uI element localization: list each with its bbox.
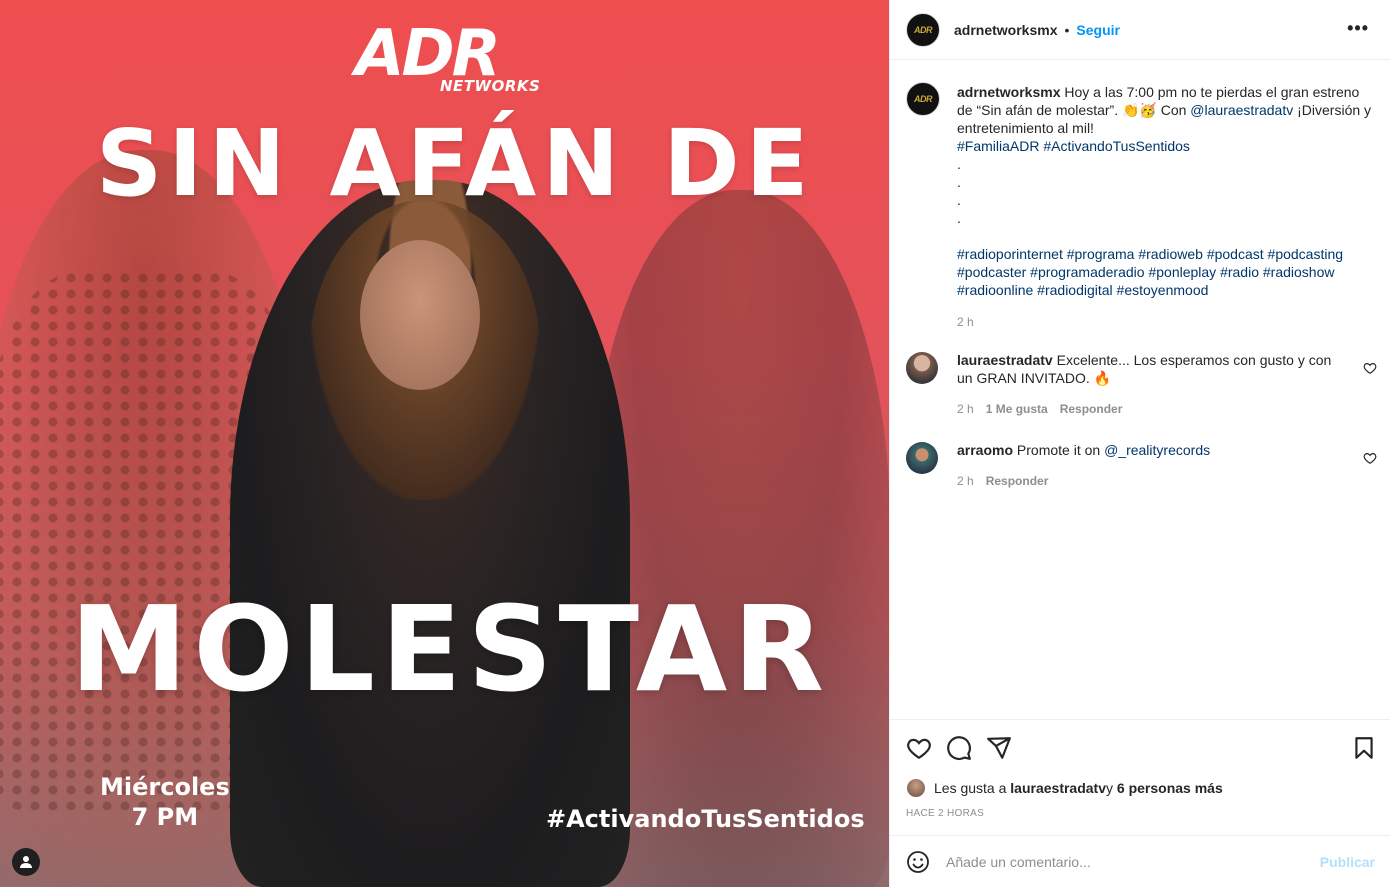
more-options-icon[interactable]: ••• [1347,18,1369,39]
post-image[interactable]: ADR NETWORKS SIN AFÁN DE MOLESTAR Miérco… [0,0,889,887]
header-separator: • [1064,21,1070,38]
comment-time[interactable]: 2 h [957,474,974,488]
comment-avatar[interactable] [906,352,938,384]
header-username[interactable]: adrnetworksmx [954,22,1057,38]
schedule-day: Miércoles [100,773,230,801]
likes-summary: Les gusta a lauraestradatv y 6 personas … [906,778,1223,798]
likes-prefix: Les gusta a [934,780,1007,796]
heart-icon[interactable] [1363,451,1377,465]
comment-username[interactable]: lauraestradatv [957,352,1053,368]
comment-bubble-icon[interactable] [946,735,972,761]
post-actions: Les gusta a lauraestradatv y 6 personas … [890,719,1390,835]
post-side-panel: ADR adrnetworksmx • Seguir ••• ADR adrne… [889,0,1390,887]
comment-text: Promote it on [1013,442,1105,458]
comment-likes[interactable]: 1 Me gusta [986,402,1048,416]
caption-hashtags-1[interactable]: #FamiliaADR #ActivandoTusSentidos [957,137,1377,155]
image-hashtag: #ActivandoTusSentidos [546,805,865,833]
caption-dot: . [957,156,961,172]
reply-button[interactable]: Responder [986,474,1049,488]
publish-button[interactable]: Publicar [1320,854,1375,870]
post-timestamp[interactable]: HACE 2 HORAS [906,808,984,819]
show-title-line2: MOLESTAR [70,580,831,718]
post-caption: adrnetworksmx Hoy a las 7:00 pm no te pi… [957,83,1377,331]
caption-dot: . [957,192,961,208]
comment-username[interactable]: arraomo [957,442,1013,458]
comment-mention[interactable]: @_realityrecords [1104,442,1210,458]
comments-scroll-area[interactable]: ADR adrnetworksmx Hoy a las 7:00 pm no t… [890,61,1390,719]
adr-networks-logo: ADR NETWORKS [355,22,545,97]
logo-networks-text: NETWORKS [440,77,541,95]
comment-body: arraomo Promote it on @_realityrecords 2… [957,441,1347,490]
woman-leather-jacket-figure-right [590,190,889,887]
woman-leather-jacket-figure-center [230,180,630,887]
likes-user[interactable]: lauraestradatv [1010,780,1106,796]
heart-icon[interactable] [1363,361,1377,375]
post-header: ADR adrnetworksmx • Seguir ••• [890,0,1390,60]
avatar[interactable]: ADR [906,12,940,47]
caption-hashtags-2[interactable]: #radioporinternet #programa #radioweb #p… [957,245,1377,299]
like-heart-icon[interactable] [906,735,932,761]
reply-button[interactable]: Responder [1060,402,1123,416]
comment-meta: 2 h Responder [957,472,1347,490]
liker-avatar[interactable] [906,778,926,798]
schedule-time: 7 PM [131,803,199,831]
caption-avatar-row: ADR [906,82,940,116]
comment-meta: 2 h 1 Me gusta Responder [957,400,1347,418]
caption-avatar[interactable]: ADR [906,82,940,116]
show-title-line1: SIN AFÁN DE [96,110,815,217]
comment-avatar[interactable] [906,442,938,474]
follow-button[interactable]: Seguir [1076,22,1120,38]
likes-others[interactable]: 6 personas más [1117,780,1223,796]
add-comment-bar: Publicar [890,835,1390,887]
likes-middle: y [1106,780,1113,796]
schedule-text: Miércoles 7 PM [100,772,230,832]
caption-dot: . [957,210,961,226]
user-icon [20,856,32,868]
caption-dot: . [957,174,961,190]
save-bookmark-icon[interactable] [1351,735,1377,761]
comment-input[interactable] [946,850,1306,874]
caption-mention[interactable]: @lauraestradatv [1190,102,1293,118]
caption-time[interactable]: 2 h [957,313,1377,331]
emoji-icon[interactable] [906,850,930,874]
share-paper-plane-icon[interactable] [986,735,1012,761]
tagged-users-button[interactable] [12,848,40,876]
comment-time[interactable]: 2 h [957,402,974,416]
caption-username[interactable]: adrnetworksmx [957,84,1060,100]
comment-body: lauraestradatv Excelente... Los esperamo… [957,351,1347,418]
